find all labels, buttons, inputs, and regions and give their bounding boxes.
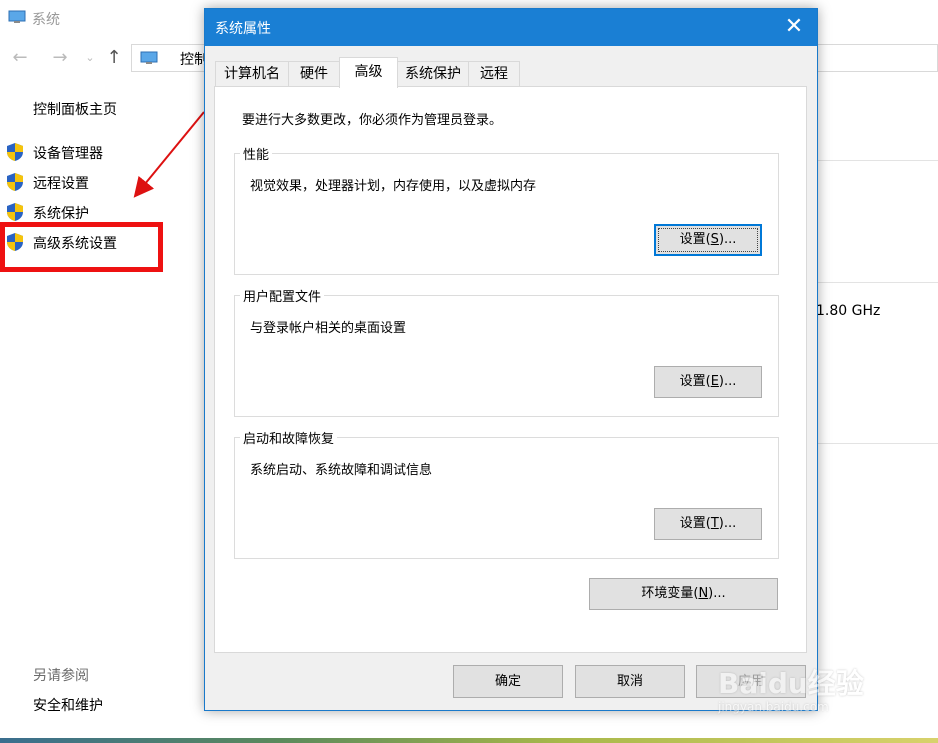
system-properties-dialog: 系统属性 ✕ 计算机名 硬件 高级 系统保护 远程 要进行大多数更改，你必须作为…: [204, 8, 818, 711]
user-profiles-group: 用户配置文件 与登录帐户相关的桌面设置 设置(E)...: [234, 286, 779, 417]
group-description: 视觉效果，处理器计划，内存使用，以及虚拟内存: [250, 179, 537, 194]
desktop-strip: [0, 738, 938, 743]
computer-icon: [140, 51, 158, 64]
shield-icon: [7, 203, 23, 221]
group-title: 用户配置文件: [240, 286, 325, 305]
group-title: 启动和故障恢复: [240, 428, 338, 447]
security-maintenance-link[interactable]: 安全和维护: [33, 695, 103, 715]
admin-note: 要进行大多数更改，你必须作为管理员登录。: [242, 113, 503, 128]
sidebar-item-label: 设备管理器: [33, 146, 103, 162]
user-profiles-settings-button[interactable]: 设置(E)...: [654, 366, 762, 398]
environment-variables-button[interactable]: 环境变量(N)...: [589, 578, 778, 610]
system-window-title: 系统: [32, 12, 60, 28]
advanced-tab-panel: 要进行大多数更改，你必须作为管理员登录。 性能 视觉效果，处理器计划，内存使用，…: [214, 86, 807, 653]
computer-icon: [8, 10, 26, 23]
tab-advanced[interactable]: 高级: [339, 57, 398, 88]
divider: [818, 160, 938, 161]
startup-recovery-group: 启动和故障恢复 系统启动、系统故障和调试信息 设置(T)...: [234, 428, 779, 559]
dialog-title: 系统属性: [215, 21, 271, 37]
back-arrow-icon[interactable]: ←: [10, 48, 30, 68]
cancel-button[interactable]: 取消: [575, 665, 685, 698]
close-icon[interactable]: ✕: [771, 9, 817, 46]
performance-settings-button[interactable]: 设置(S)...: [654, 224, 762, 256]
group-title: 性能: [240, 144, 273, 163]
tab-hardware[interactable]: 硬件: [288, 61, 340, 87]
tab-system-protection[interactable]: 系统保护: [397, 61, 469, 87]
forward-arrow-icon[interactable]: →: [50, 48, 70, 68]
tab-computer-name[interactable]: 计算机名: [215, 61, 289, 87]
divider: [818, 282, 938, 283]
shield-icon: [7, 173, 23, 191]
apply-button[interactable]: 应用: [696, 665, 806, 698]
ok-button[interactable]: 确定: [453, 665, 563, 698]
see-also-heading: 另请参阅: [33, 668, 89, 684]
chevron-down-icon[interactable]: ⌄: [80, 48, 100, 68]
highlight-box: [0, 222, 163, 272]
sidebar-item-label: 远程设置: [33, 176, 89, 192]
divider: [818, 443, 938, 444]
dialog-titlebar[interactable]: 系统属性 ✕: [205, 9, 817, 46]
cpu-speed: 1.80 GHz: [816, 303, 881, 319]
shield-icon: [7, 143, 23, 161]
control-panel-home-link[interactable]: 控制面板主页: [33, 99, 117, 119]
up-arrow-icon[interactable]: ↑: [104, 48, 124, 68]
startup-recovery-settings-button[interactable]: 设置(T)...: [654, 508, 762, 540]
performance-group: 性能 视觉效果，处理器计划，内存使用，以及虚拟内存 设置(S)...: [234, 144, 779, 275]
tab-remote[interactable]: 远程: [468, 61, 520, 87]
group-description: 与登录帐户相关的桌面设置: [250, 321, 407, 336]
group-description: 系统启动、系统故障和调试信息: [250, 463, 433, 478]
sidebar-item-label: 系统保护: [33, 206, 89, 222]
